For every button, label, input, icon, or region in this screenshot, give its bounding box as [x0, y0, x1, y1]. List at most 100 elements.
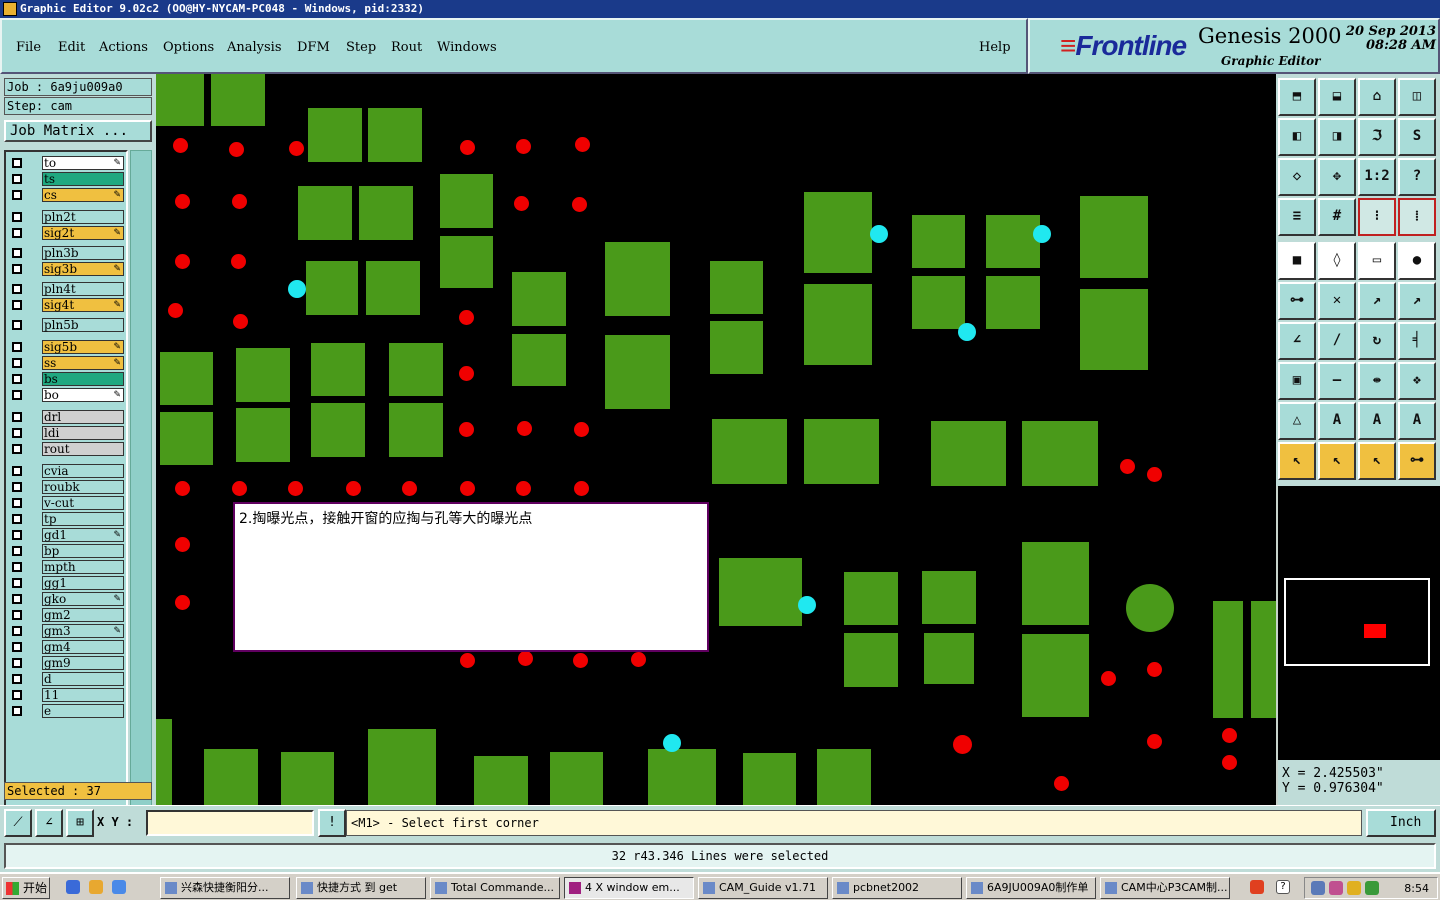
zoom-icon[interactable]: ✥ — [1318, 158, 1356, 196]
overview-viewport[interactable] — [1364, 624, 1386, 638]
layer-checkbox[interactable] — [12, 642, 22, 652]
layer-checkbox[interactable] — [12, 674, 22, 684]
xy-input[interactable] — [146, 810, 314, 836]
layer-row-sig2t[interactable]: sig2t ✎ — [8, 226, 126, 240]
layer-checkbox[interactable] — [12, 284, 22, 294]
layer-row-gko[interactable]: gko ✎ — [8, 592, 126, 606]
layer-checkbox[interactable] — [12, 374, 22, 384]
layer-name[interactable]: pln5b — [42, 318, 124, 332]
layer-row-pln2t[interactable]: pln2t — [8, 210, 126, 224]
layer-name[interactable]: sig4t ✎ — [42, 298, 124, 312]
task-button[interactable]: Total Commande... — [430, 877, 560, 899]
snap-icon[interactable]: ⟋ — [4, 809, 32, 837]
unit-selector[interactable]: Inch — [1366, 809, 1436, 837]
layer-checkbox[interactable] — [12, 228, 22, 238]
layer-row-sig3b[interactable]: sig3b ✎ — [8, 262, 126, 276]
layer-name[interactable]: ss ✎ — [42, 356, 124, 370]
layer-row-ss[interactable]: ss ✎ — [8, 356, 126, 370]
pan-right-icon[interactable]: ◨ — [1318, 118, 1356, 156]
layer-name[interactable]: gg1 — [42, 576, 124, 590]
start-button[interactable]: 开始 — [2, 877, 50, 899]
layer-checkbox[interactable] — [12, 264, 22, 274]
layer-checkbox[interactable] — [12, 578, 22, 588]
task-button-active[interactable]: 4 X window em... — [564, 877, 694, 899]
layer-name[interactable]: tp — [42, 512, 124, 526]
layer-name[interactable]: 11 — [42, 688, 124, 702]
layer-row-to[interactable]: to ✎ — [8, 156, 126, 170]
select-box-icon[interactable]: ↖ — [1358, 442, 1396, 480]
layer-name[interactable]: sig3b ✎ — [42, 262, 124, 276]
split-icon[interactable]: ╡ — [1398, 322, 1436, 360]
layer-name[interactable]: bo ✎ — [42, 388, 124, 402]
layer-checkbox[interactable] — [12, 562, 22, 572]
tray-icon[interactable] — [1329, 881, 1343, 895]
layer-row-pln5b[interactable]: pln5b — [8, 318, 126, 332]
task-button[interactable]: 兴森快捷衡阳分... — [160, 877, 290, 899]
home-icon[interactable]: ⌂ — [1358, 78, 1396, 116]
zoom-fit-icon[interactable]: ◇ — [1278, 158, 1316, 196]
layer-row-sig5b[interactable]: sig5b ✎ — [8, 340, 126, 354]
layer-row-gm3[interactable]: gm3 ✎ — [8, 624, 126, 638]
add-pad-icon[interactable]: ▣ — [1278, 362, 1316, 400]
flip-icon[interactable]: ℑ — [1358, 118, 1396, 156]
triangle-icon[interactable]: △ — [1278, 402, 1316, 440]
open-step-icon[interactable]: ⬒ — [1278, 78, 1316, 116]
connect-icon[interactable]: ⊶ — [1278, 282, 1316, 320]
triangle-a-icon[interactable]: A — [1318, 402, 1356, 440]
layer-name[interactable]: cs ✎ — [42, 188, 124, 202]
layer-name[interactable]: mpth — [42, 560, 124, 574]
net-icon[interactable]: ⁝ — [1358, 198, 1396, 236]
help-icon[interactable]: ? — [1276, 880, 1290, 894]
mirror-icon[interactable]: S — [1398, 118, 1436, 156]
layer-name[interactable]: drl — [42, 410, 124, 424]
layer-checkbox[interactable] — [12, 158, 22, 168]
menu-edit[interactable]: Edit — [58, 40, 85, 55]
fill-icon[interactable]: ■ — [1278, 242, 1316, 280]
layer-checkbox[interactable] — [12, 658, 22, 668]
pointer-icon[interactable]: ↖ — [1278, 442, 1316, 480]
layer-checkbox[interactable] — [12, 390, 22, 400]
layer-row-gm4[interactable]: gm4 — [8, 640, 126, 654]
window-icon[interactable]: ◫ — [1398, 78, 1436, 116]
layer-name[interactable]: gm3 ✎ — [42, 624, 124, 638]
layer-row-pln4t[interactable]: pln4t — [8, 282, 126, 296]
quicklaunch-icon[interactable] — [89, 880, 103, 894]
layer-name[interactable]: d — [42, 672, 124, 686]
layer-row-rout[interactable]: rout — [8, 442, 126, 456]
zoom-1-to-2-icon[interactable]: 1:2 — [1358, 158, 1396, 196]
menu-options[interactable]: Options — [163, 40, 214, 55]
copy-icon[interactable]: ↗ — [1398, 282, 1436, 320]
select-net-icon[interactable]: ⊶ — [1398, 442, 1436, 480]
net-select-icon[interactable]: ⁞ — [1398, 198, 1436, 236]
layer-row-gg1[interactable]: gg1 — [8, 576, 126, 590]
save-icon[interactable]: ⬓ — [1318, 78, 1356, 116]
triangle-b-icon[interactable]: A — [1358, 402, 1396, 440]
layer-row-drl[interactable]: drl — [8, 410, 126, 424]
menu-windows[interactable]: Windows — [437, 40, 497, 55]
layer-name[interactable]: gm2 — [42, 608, 124, 622]
menu-step[interactable]: Step — [346, 40, 376, 55]
layer-name[interactable]: gm4 — [42, 640, 124, 654]
layer-checkbox[interactable] — [12, 412, 22, 422]
cross-icon[interactable]: ✕ — [1318, 282, 1356, 320]
layer-checkbox[interactable] — [12, 190, 22, 200]
grid-snap-icon[interactable]: ⊞ — [66, 809, 94, 837]
move-icon[interactable]: ↗ — [1358, 282, 1396, 320]
tray-app-icon[interactable] — [1250, 880, 1264, 894]
layer-row-tp[interactable]: tp — [8, 512, 126, 526]
layer-name[interactable]: ldi — [42, 426, 124, 440]
layer-checkbox[interactable] — [12, 498, 22, 508]
layer-list-scrollbar[interactable] — [130, 150, 152, 818]
layer-row-v-cut[interactable]: v-cut — [8, 496, 126, 510]
layer-checkbox[interactable] — [12, 466, 22, 476]
layer-row-cvia[interactable]: cvia — [8, 464, 126, 478]
graphic-canvas[interactable]: 2.掏曝光点，接触开窗的应掏与孔等大的曝光点 — [156, 74, 1276, 805]
layer-name[interactable]: gko ✎ — [42, 592, 124, 606]
layer-checkbox[interactable] — [12, 610, 22, 620]
quicklaunch-icon[interactable] — [112, 880, 126, 894]
pad-icon[interactable]: ● — [1398, 242, 1436, 280]
layer-row-bp[interactable]: bp — [8, 544, 126, 558]
layer-row-cs[interactable]: cs ✎ — [8, 188, 126, 202]
overview-map[interactable] — [1278, 486, 1440, 760]
menu-file[interactable]: File — [16, 40, 41, 55]
